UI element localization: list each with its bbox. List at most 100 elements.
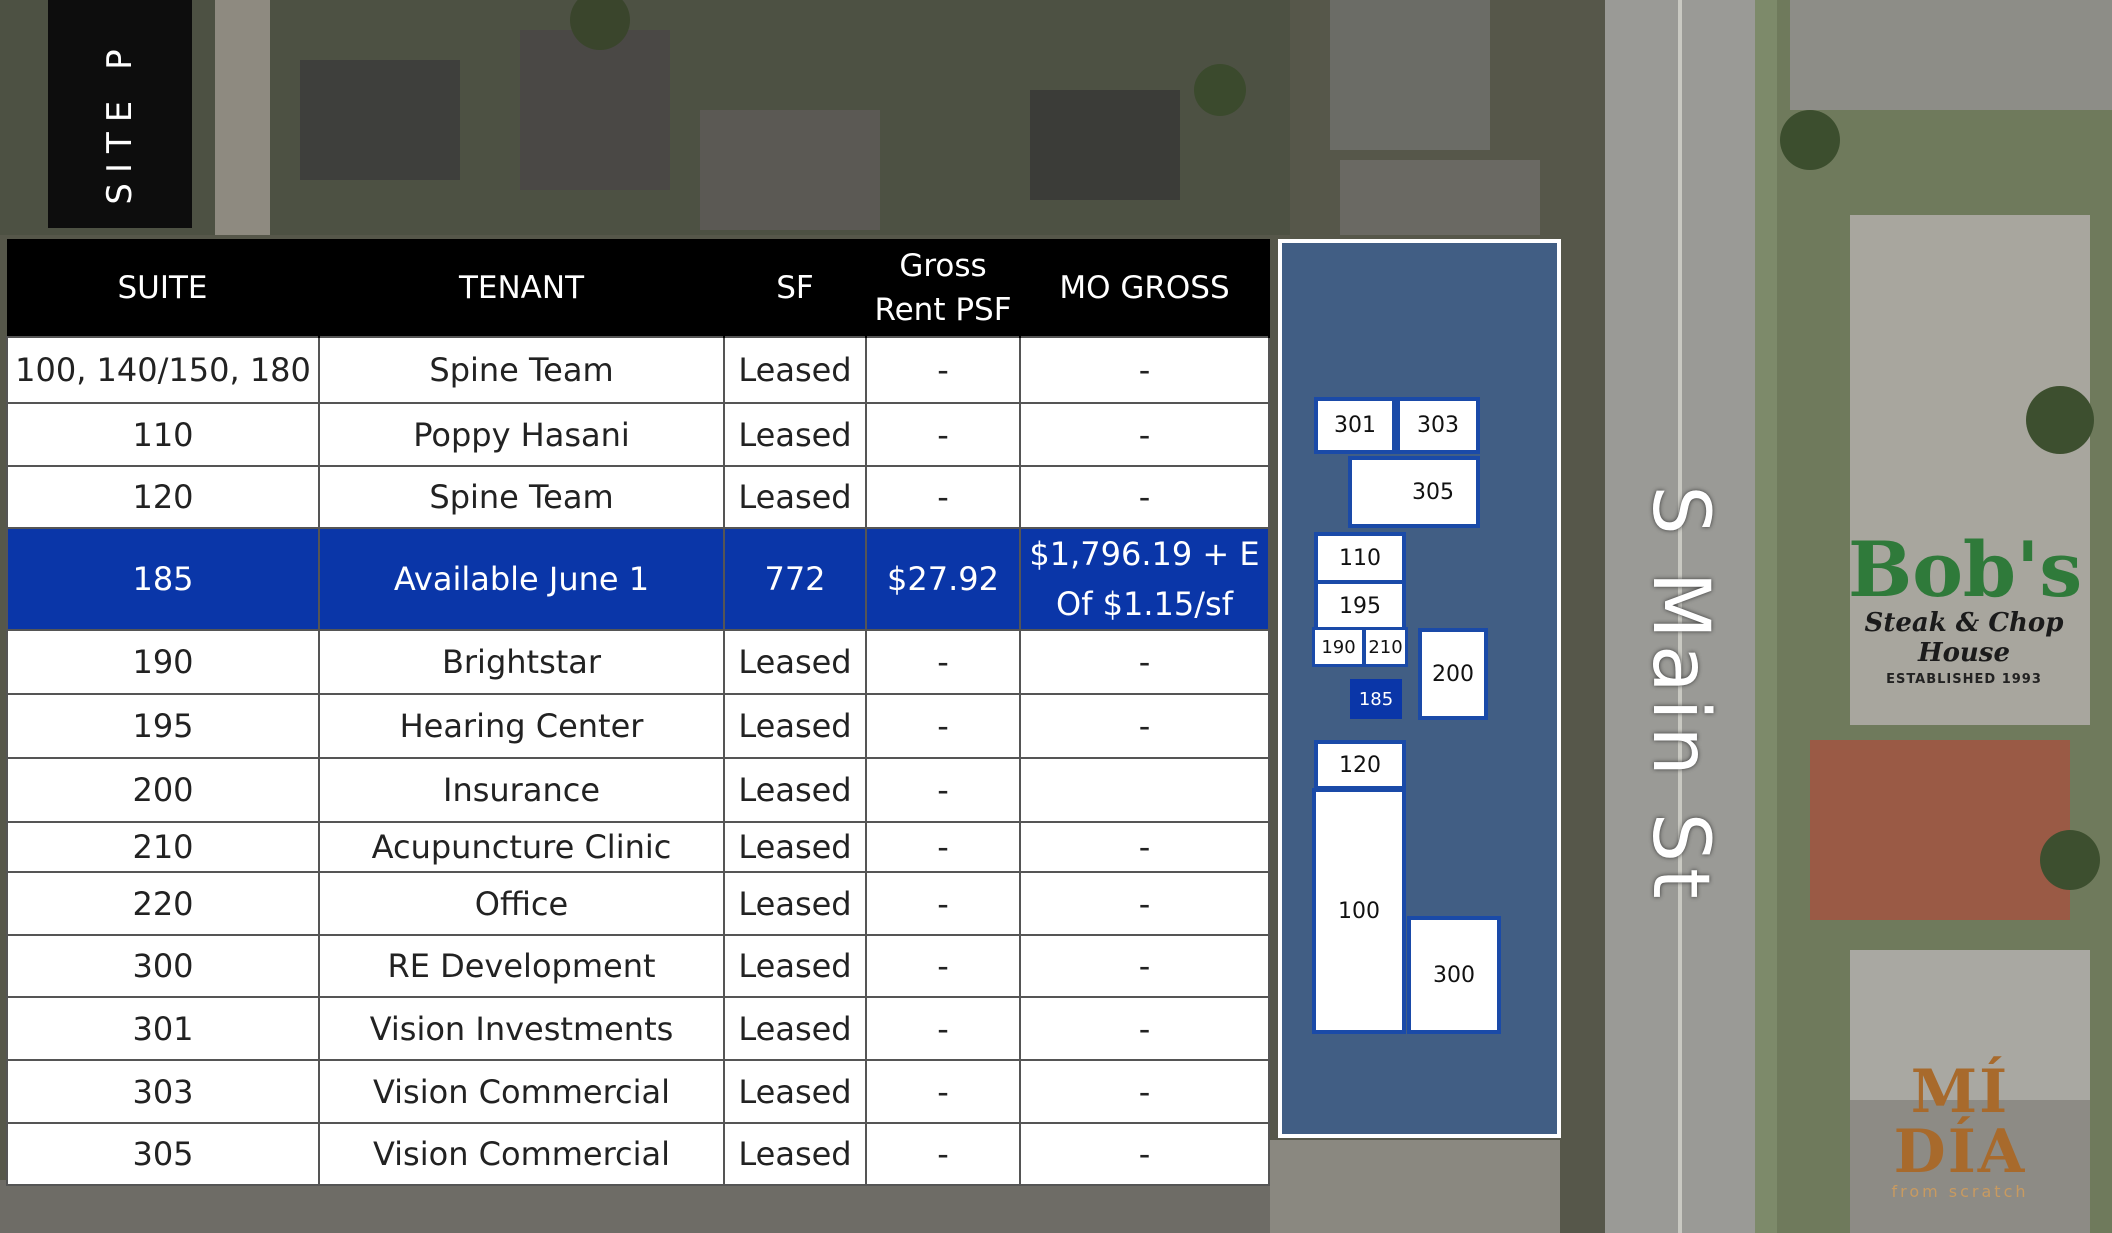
- cell-tenant: Spine Team: [318, 465, 725, 529]
- cell-tenant: Vision Commercial: [318, 1122, 725, 1186]
- cell-suite: 303: [6, 1059, 320, 1124]
- suite-210: 210: [1363, 627, 1408, 667]
- cell-sf: Leased: [723, 402, 867, 467]
- cell-mo-gross: -: [1019, 821, 1270, 873]
- bobs-logo: Bob's Steak & Chop House ESTABLISHED 199…: [1848, 525, 2083, 688]
- cell-suite: 301: [6, 996, 320, 1061]
- cell-gross: -: [865, 871, 1021, 936]
- cell-gross: -: [865, 336, 1021, 404]
- cell-sf: Leased: [723, 821, 867, 873]
- cell-tenant: Office: [318, 871, 725, 936]
- cell-sf: Leased: [723, 934, 867, 998]
- suite-200: 200: [1418, 628, 1488, 720]
- cell-mo-gross: -: [1019, 934, 1270, 998]
- cell-sf: Leased: [723, 336, 867, 404]
- cell-suite: 200: [6, 757, 320, 823]
- cell-sf: Leased: [723, 1059, 867, 1124]
- lease-table: SUITE TENANT SF Gross Rent PSF MO GROSS …: [6, 239, 1270, 1186]
- table-row: 305 Vision Commercial Leased - -: [6, 1122, 1270, 1186]
- suite-190: 190: [1312, 627, 1365, 667]
- cell-mo-gross: -: [1019, 402, 1270, 467]
- cell-sf: Leased: [723, 996, 867, 1061]
- cell-mo-gross: -: [1019, 1059, 1270, 1124]
- cell-tenant: Hearing Center: [318, 693, 725, 759]
- cell-mo-gross: -: [1019, 693, 1270, 759]
- cell-mo-gross: -: [1019, 1122, 1270, 1186]
- cell-gross: -: [865, 693, 1021, 759]
- suite-300: 300: [1407, 916, 1501, 1034]
- suite-185-available: 185: [1350, 679, 1402, 719]
- cell-sf: Leased: [723, 757, 867, 823]
- side-title-tab: SITE P: [48, 0, 192, 228]
- table-row: 300 RE Development Leased - -: [6, 934, 1270, 998]
- cell-mo-gross: -: [1019, 629, 1270, 695]
- cell-mo-gross: -: [1019, 996, 1270, 1061]
- cell-tenant: Spine Team: [318, 336, 725, 404]
- table-header-row: SUITE TENANT SF Gross Rent PSF MO GROSS: [7, 239, 1270, 337]
- header-suite: SUITE: [7, 239, 320, 337]
- header-sf: SF: [724, 239, 867, 337]
- bobs-established: ESTABLISHED 1993: [1886, 672, 2042, 687]
- cell-gross: -: [865, 934, 1021, 998]
- cell-suite: 305: [6, 1122, 320, 1186]
- cell-tenant: RE Development: [318, 934, 725, 998]
- cell-suite: 195: [6, 693, 320, 759]
- cell-gross: -: [865, 996, 1021, 1061]
- header-gross-line2: Rent PSF: [874, 291, 1012, 328]
- cell-mo-gross: $1,796.19 + E Of $1.15/sf: [1019, 527, 1270, 631]
- cell-gross: -: [865, 821, 1021, 873]
- cell-sf: 772: [723, 527, 867, 631]
- table-row: 190 Brightstar Leased - -: [6, 629, 1270, 695]
- cell-tenant: Insurance: [318, 757, 725, 823]
- midia-logo: MÍ DÍA from scratch: [1840, 1062, 2080, 1201]
- cell-suite: 220: [6, 871, 320, 936]
- table-row: 200 Insurance Leased -: [6, 757, 1270, 823]
- cell-suite: 300: [6, 934, 320, 998]
- cell-mo-gross: -: [1019, 336, 1270, 404]
- table-row: 303 Vision Commercial Leased - -: [6, 1059, 1270, 1124]
- cell-suite: 100, 140/150, 180: [6, 336, 320, 404]
- mo-gross-line1: $1,796.19 + E: [1029, 535, 1260, 573]
- suite-301: 301: [1314, 397, 1396, 454]
- cell-gross: $27.92: [865, 527, 1021, 631]
- suite-195: 195: [1314, 580, 1406, 632]
- cell-sf: Leased: [723, 871, 867, 936]
- cell-suite: 120: [6, 465, 320, 529]
- header-mo-gross: MO GROSS: [1020, 239, 1270, 337]
- table-row-available: 185 Available June 1 772 $27.92 $1,796.1…: [6, 527, 1270, 631]
- cell-suite: 110: [6, 402, 320, 467]
- midia-subtitle: from scratch: [1891, 1182, 2029, 1201]
- table-row: 210 Acupuncture Clinic Leased - -: [6, 821, 1270, 873]
- suite-110: 110: [1314, 532, 1406, 584]
- cell-suite: 190: [6, 629, 320, 695]
- suite-100: 100: [1312, 788, 1406, 1034]
- cell-mo-gross: -: [1019, 465, 1270, 529]
- cell-sf: Leased: [723, 629, 867, 695]
- table-row: 195 Hearing Center Leased - -: [6, 693, 1270, 759]
- cell-gross: -: [865, 465, 1021, 529]
- cell-sf: Leased: [723, 693, 867, 759]
- table-row: 120 Spine Team Leased - -: [6, 465, 1270, 529]
- cell-tenant: Vision Commercial: [318, 1059, 725, 1124]
- bobs-name: Bob's: [1848, 525, 2083, 614]
- header-tenant: TENANT: [319, 239, 725, 337]
- cell-tenant: Vision Investments: [318, 996, 725, 1061]
- table-row: 100, 140/150, 180 Spine Team Leased - -: [6, 336, 1270, 404]
- cell-mo-gross: [1019, 757, 1270, 823]
- cell-gross: -: [865, 402, 1021, 467]
- side-title-text: SITE P: [100, 39, 140, 205]
- cell-tenant: Brightstar: [318, 629, 725, 695]
- suite-303: 303: [1396, 397, 1480, 454]
- table-row: 220 Office Leased - -: [6, 871, 1270, 936]
- cell-gross: -: [865, 1122, 1021, 1186]
- cell-sf: Leased: [723, 1122, 867, 1186]
- bobs-subtitle: Steak & Chop House: [1864, 608, 2064, 668]
- cell-tenant: Acupuncture Clinic: [318, 821, 725, 873]
- cell-tenant: Available June 1: [318, 527, 725, 631]
- suite-120: 120: [1314, 740, 1406, 790]
- cell-gross: -: [865, 1059, 1021, 1124]
- cell-suite: 185: [6, 527, 320, 631]
- cell-mo-gross: -: [1019, 871, 1270, 936]
- suite-305: 305: [1348, 456, 1480, 528]
- header-gross-rent-psf: Gross Rent PSF: [866, 239, 1021, 337]
